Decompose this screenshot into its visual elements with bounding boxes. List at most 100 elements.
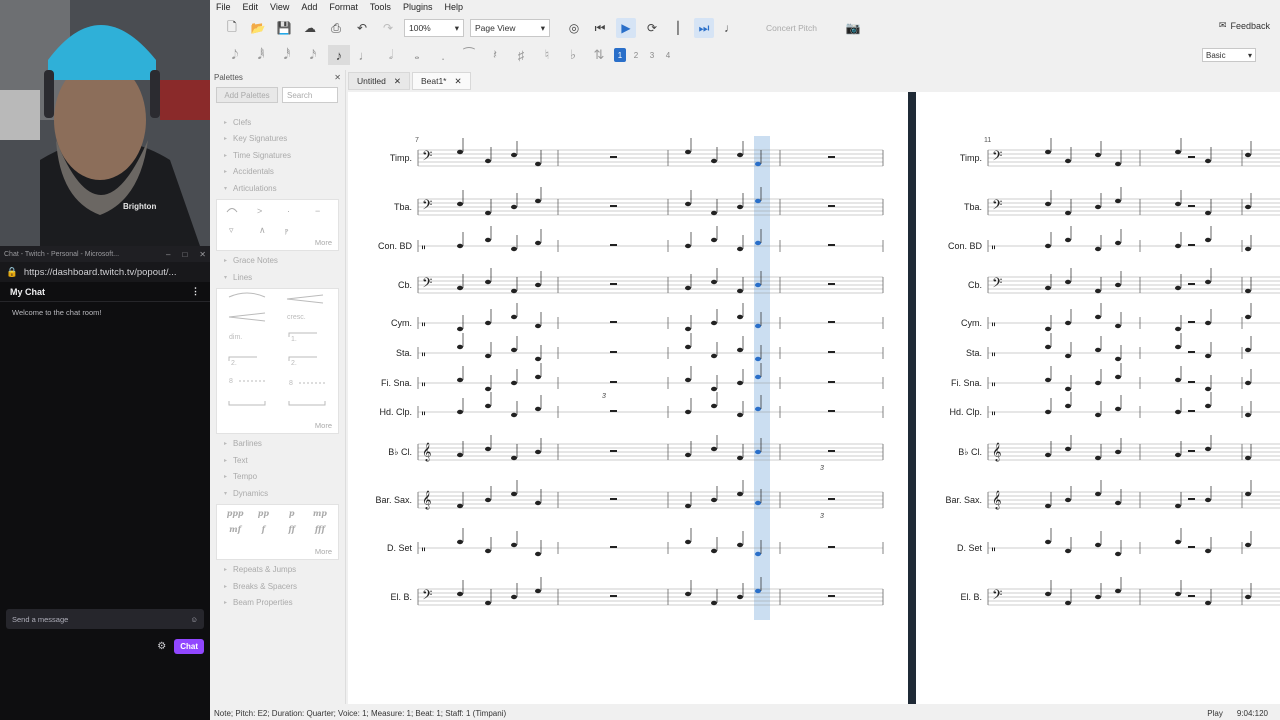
palette-lines[interactable]: ▾ Lines [210,269,345,286]
voice-3-button[interactable]: 3 [646,48,658,62]
chevron-right-icon: ▸ [224,457,228,464]
flat-icon[interactable]: ♭ [562,45,584,65]
rest-icon[interactable]: 𝄽 [484,45,506,65]
dynamic-f[interactable]: f [249,524,277,534]
voice-2-button[interactable]: 2 [630,48,642,62]
clef-icon: 𝄢 [992,589,1002,606]
dynamic-ff[interactable]: ff [278,524,306,534]
menu-help[interactable]: Help [444,2,463,12]
voice-1-button[interactable]: 1 [614,48,626,62]
play-repeats-icon[interactable]: ⏭ [694,18,714,38]
palette-breaks-spacers[interactable]: ▸ Breaks & Spacers [210,578,345,595]
close-icon[interactable]: ✕ [334,73,341,82]
add-palettes-button[interactable]: Add Palettes [216,87,278,103]
image-capture-icon[interactable]: 📷 [843,18,863,38]
sixteenth-note-icon[interactable]: 𝅘𝅥𝅯 [302,45,324,65]
quarter-note-icon[interactable]: ♩ [354,45,376,65]
palette-repeats-jumps[interactable]: ▸ Repeats & Jumps [210,562,345,579]
close-icon[interactable]: ✕ [454,76,461,87]
menu-format[interactable]: Format [329,2,358,12]
menu-tools[interactable]: Tools [370,2,391,12]
chat-url-bar[interactable]: 🔒 https://dashboard.twitch.tv/popout/... [0,262,210,282]
voice-4-button[interactable]: 4 [662,48,674,62]
tuplet-label: 3 [602,393,606,400]
concert-pitch-toggle[interactable]: Concert Pitch [766,23,817,33]
palette-barlines[interactable]: ▸ Barlines [210,436,345,453]
tie-icon[interactable]: ⁀ [458,45,480,65]
loop-in-icon[interactable]: ⎮ [668,18,688,38]
menu-add[interactable]: Add [301,2,317,12]
close-icon[interactable]: ✕ [199,250,206,259]
close-icon[interactable]: ✕ [394,76,401,87]
dynamic-pp[interactable]: pp [249,508,277,518]
chevron-right-icon: ▸ [224,258,228,265]
workspace-combo[interactable]: Basic ▾ [1202,48,1256,62]
chat-send-button[interactable]: Chat [174,638,204,654]
emote-icon[interactable]: ☺ [190,615,198,624]
menu-view[interactable]: View [270,2,289,12]
minimize-icon[interactable]: – [166,250,170,259]
menu-edit[interactable]: Edit [243,2,259,12]
sharp-icon[interactable]: ♯ [510,45,532,65]
midi-input-icon[interactable]: ◎ [564,18,584,38]
metronome-icon[interactable]: ♩ [720,18,740,38]
zoom-combo[interactable]: 100% ▾ [404,19,464,37]
palette-grace-notes[interactable]: ▸ Grace Notes [210,253,345,270]
sixtyfourth-note-icon[interactable]: 𝅘𝅥𝅱 [250,45,272,65]
feedback-button[interactable]: ✉ Feedback [1219,20,1270,31]
palette-accidentals[interactable]: ▸ Accidentals [210,164,345,181]
menu-plugins[interactable]: Plugins [403,2,433,12]
undo-icon[interactable]: ↶ [352,18,372,38]
menu-file[interactable]: File [216,2,231,12]
rewind-icon[interactable]: ⏮ [590,18,610,38]
natural-icon[interactable]: ♮ [536,45,558,65]
lines-more[interactable]: More [315,421,332,430]
maximize-icon[interactable]: □ [182,250,187,259]
eighth-note-icon[interactable]: ♪ [328,45,350,65]
dynamic-mf[interactable]: mf [221,524,249,534]
svg-text:1.: 1. [291,336,297,343]
half-note-icon[interactable]: 𝅗𝅥 [380,45,402,65]
tab-untitled[interactable]: Untitled ✕ [348,72,410,90]
loop-icon[interactable]: ⟳ [642,18,662,38]
palette-time-signatures[interactable]: ▸ Time Signatures [210,147,345,164]
lines-grid[interactable]: cresc. dim. 1. 2. 2. 8 8 More [216,287,339,434]
palette-dynamics[interactable]: ▾ Dynamics [210,485,345,502]
view-mode-combo[interactable]: Page View ▾ [470,19,550,37]
cloud-upload-icon[interactable]: ☁ [300,18,320,38]
dynamics-more[interactable]: More [315,547,332,556]
chevron-right-icon: ▸ [224,567,228,574]
chat-message-input[interactable]: Send a message ☺ [6,609,204,629]
print-icon[interactable]: ⎙ [326,18,346,38]
gear-icon[interactable]: ⚙ [157,641,166,652]
palette-clefs[interactable]: ▸ Clefs [210,114,345,131]
open-folder-icon[interactable]: 📂 [248,18,268,38]
twitch-chat-window: Chat - Twitch - Personal - Microsoft... … [0,246,210,720]
palette-search-input[interactable]: Search [282,87,338,103]
dynamic-fff[interactable]: fff [306,524,334,534]
tab-beat1[interactable]: Beat1* ✕ [411,72,471,90]
score-page[interactable]: 7 11 Timp. Timp. 𝄢 𝄢 Tba. Tba. 𝄢 𝄢 Con. BD Con. B… [348,92,1280,704]
save-icon[interactable]: 💾 [274,18,294,38]
dot-icon[interactable]: . [432,45,454,65]
note-input-icon[interactable]: 𝅘𝅥𝅮 [224,45,246,65]
dynamics-grid[interactable]: ppp pp p mp mf f ff fff More [216,503,339,560]
new-file-icon[interactable]: 🗋 [222,18,242,38]
palette-key-signatures[interactable]: ▸ Key Signatures [210,131,345,148]
palette-articulations[interactable]: ▾ Articulations [210,180,345,197]
dynamic-ppp[interactable]: ppp [221,508,249,518]
palette-text[interactable]: ▸ Text [210,452,345,469]
articulations-grid[interactable]: > · − ▿ ∧ ⲣ More [216,198,339,251]
articulations-more[interactable]: More [315,238,332,247]
score-canvas[interactable]: 7 11 Timp. Timp. 𝄢 𝄢 Tba. Tba. 𝄢 𝄢 Con. BD Con. B… [348,92,1280,704]
more-icon[interactable]: ⋮ [191,286,200,297]
dynamic-mp[interactable]: mp [306,508,334,518]
dynamic-p[interactable]: p [278,508,306,518]
flip-direction-icon[interactable]: ⇅ [588,45,610,65]
redo-icon[interactable]: ↷ [378,18,398,38]
thirtysecond-note-icon[interactable]: 𝅘𝅥𝅰 [276,45,298,65]
palette-beam-properties[interactable]: ▸ Beam Properties [210,595,345,612]
play-icon[interactable]: ▶ [616,18,636,38]
whole-note-icon[interactable]: 𝅝 [406,45,428,65]
palette-tempo[interactable]: ▸ Tempo [210,469,345,486]
